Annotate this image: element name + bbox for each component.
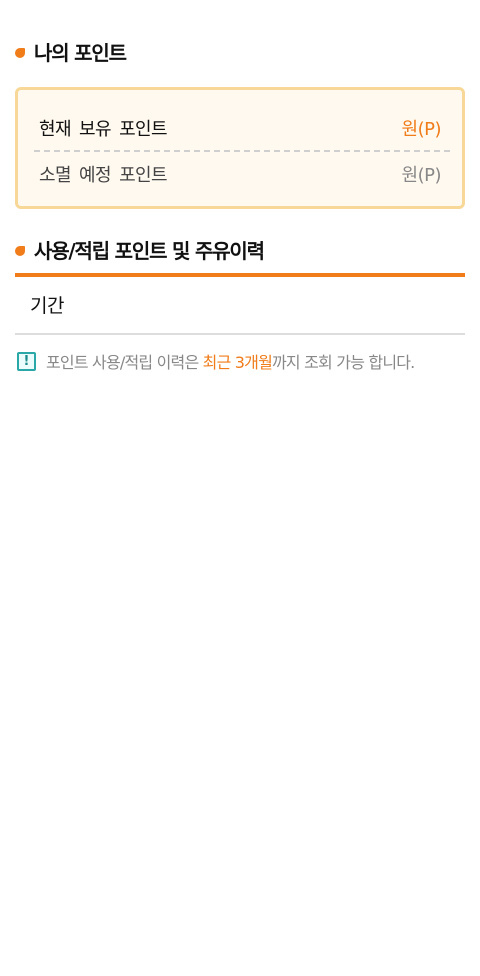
notice-text: 포인트 사용/적립 이력은 최근 3개월까지 조회 가능 합니다. — [46, 349, 415, 373]
expiring-points-row: 소멸 예정 포인트 원(P) — [34, 152, 450, 196]
my-points-title-text: 나의 포인트 — [34, 41, 127, 65]
history-title: 사용/적립 포인트 및 주유이력 — [15, 235, 265, 264]
expiring-points-value: 원(P) — [401, 165, 442, 186]
notice-text-after: 까지 조회 가능 합니다. — [272, 353, 415, 372]
current-points-value: 원(P) — [401, 119, 442, 140]
notice-text-highlight: 최근 3개월 — [202, 353, 273, 372]
point-page: 나의 포인트 현재 보유 포인트 원(P) 소멸 예정 포인트 원(P) 사용/… — [0, 0, 480, 976]
exclamation-icon: ! — [17, 351, 36, 371]
period-filter-row[interactable]: 기간 — [15, 277, 465, 335]
current-points-label: 현재 보유 포인트 — [39, 119, 168, 140]
current-points-row: 현재 보유 포인트 원(P) — [34, 106, 450, 152]
expiring-points-label: 소멸 예정 포인트 — [39, 165, 168, 186]
my-points-title: 나의 포인트 — [15, 37, 127, 66]
leaf-bullet-icon — [15, 47, 25, 58]
points-summary-box: 현재 보유 포인트 원(P) 소멸 예정 포인트 원(P) — [15, 87, 465, 209]
leaf-bullet-icon — [15, 245, 25, 256]
history-title-text: 사용/적립 포인트 및 주유이력 — [34, 239, 265, 263]
notice-text-before: 포인트 사용/적립 이력은 — [46, 353, 203, 372]
period-label: 기간 — [30, 295, 64, 317]
notice-message: ! 포인트 사용/적립 이력은 최근 3개월까지 조회 가능 합니다. — [17, 349, 415, 373]
